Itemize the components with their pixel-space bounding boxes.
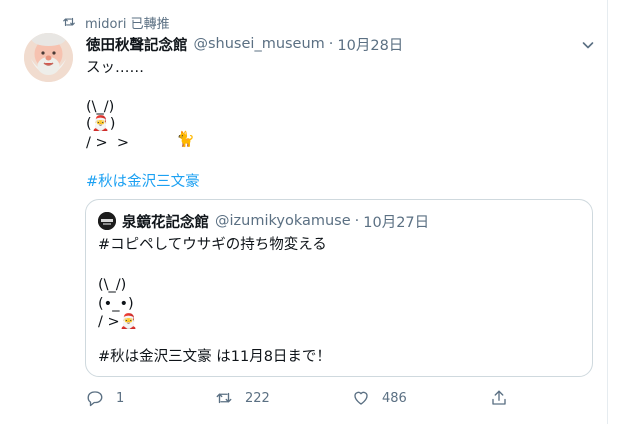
- author-handle[interactable]: @shusei_museum: [194, 36, 325, 52]
- quoted-tweet-header: 泉鏡花記念館 @izumikyokamuse · 10月27日: [98, 211, 429, 231]
- quoted-author-handle[interactable]: @izumikyokamuse: [215, 213, 351, 229]
- tweet-ascii-art-line: / > >: [86, 135, 130, 151]
- quoted-ascii-art-line: (\_/): [98, 277, 127, 293]
- cat-emoji: 🐈: [176, 130, 195, 148]
- chevron-down-icon[interactable]: [580, 37, 596, 53]
- retweet-text: midori 已轉推: [85, 16, 170, 32]
- share-icon: [492, 390, 506, 405]
- art-prefix: / >: [98, 314, 120, 330]
- hashtag-link[interactable]: #秋は金沢三文豪: [86, 170, 200, 191]
- separator-dot: ·: [354, 213, 360, 229]
- like-button[interactable]: 486: [352, 388, 407, 408]
- retweet-indicator[interactable]: midori 已轉推: [62, 12, 170, 32]
- retweet-icon: [216, 392, 232, 404]
- retweet-count: 222: [245, 390, 270, 406]
- retweet-button[interactable]: 222: [215, 388, 270, 408]
- art-paren-right: ): [109, 116, 116, 132]
- quoted-author-name[interactable]: 泉鏡花記念館: [122, 211, 209, 232]
- tweet-header: 徳田秋聲記念館 @shusei_museum · 10月28日: [86, 34, 403, 54]
- reply-button[interactable]: 1: [86, 388, 124, 408]
- quoted-text-line: #コピペしてウサギの持ち物変える: [98, 237, 327, 253]
- quoted-ascii-art-line: (•_•): [98, 296, 134, 312]
- like-count: 486: [382, 390, 407, 406]
- santa-emoji: 🎅: [119, 314, 138, 330]
- avatar[interactable]: [24, 33, 73, 82]
- quoted-tweet[interactable]: 泉鏡花記念館 @izumikyokamuse · 10月27日 #コピペしてウサ…: [85, 199, 593, 377]
- quoted-avatar[interactable]: [98, 212, 116, 230]
- author-name[interactable]: 徳田秋聲記念館: [86, 34, 188, 55]
- reply-count: 1: [116, 390, 125, 406]
- tweet-date[interactable]: 10月28日: [337, 34, 403, 55]
- quoted-avatar-icon: [98, 212, 116, 230]
- santa-avatar-icon: [24, 33, 73, 82]
- separator-dot: ·: [328, 36, 334, 52]
- share-button[interactable]: [490, 388, 520, 408]
- retweet-icon: [63, 17, 75, 27]
- quoted-text-line: #秋は金沢三文豪 は11月8日まで！: [98, 349, 331, 365]
- heart-icon: [354, 391, 368, 405]
- quoted-ascii-art-line: / >🎅: [98, 312, 138, 332]
- santa-emoji: 🎅: [91, 116, 110, 132]
- quoted-date[interactable]: 10月27日: [363, 211, 429, 232]
- timeline-border: [607, 0, 608, 424]
- reply-icon: [87, 391, 103, 407]
- tweet-text-line: スッ……: [86, 60, 144, 76]
- tweet-ascii-art-line: (🎅): [86, 114, 115, 134]
